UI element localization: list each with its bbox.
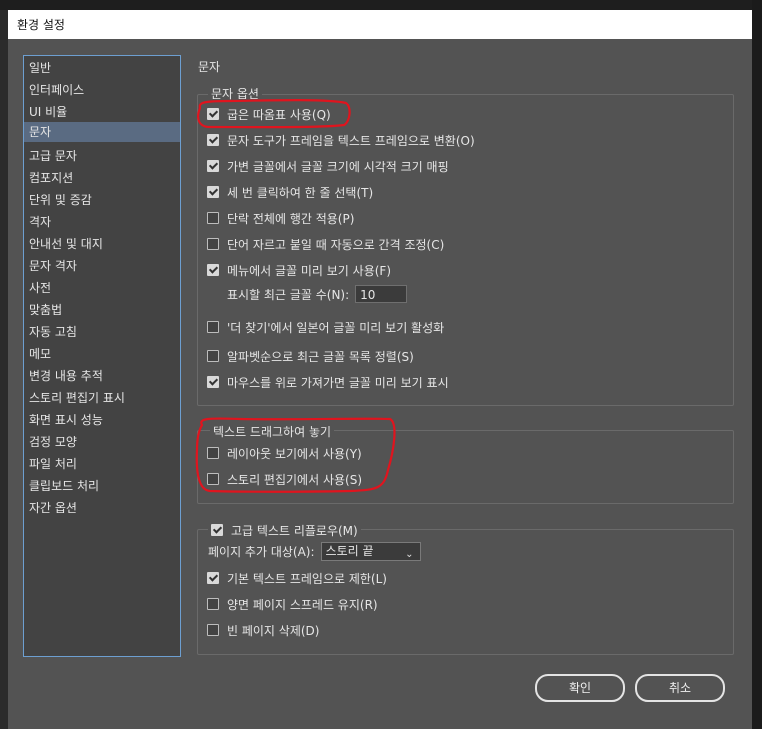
add-pages-label: 페이지 추가 대상(A): (208, 544, 315, 559)
option-adjust-spacing-cut-paste[interactable]: 단어 자르고 붙일 때 자동으로 간격 조정(C) (207, 235, 444, 253)
category-item-ui-scaling[interactable]: UI 비율 (24, 102, 180, 122)
category-item-general[interactable]: 일반 (24, 58, 180, 78)
checkbox[interactable] (207, 160, 219, 172)
option-label: 마우스를 위로 가져가면 글꼴 미리 보기 표시 (227, 375, 449, 390)
category-item-file-handling[interactable]: 파일 처리 (24, 454, 180, 474)
category-item-spelling[interactable]: 맞춤법 (24, 300, 180, 320)
checkbox[interactable] (207, 264, 219, 276)
category-item-dictionary[interactable]: 사전 (24, 278, 180, 298)
category-item-advanced-type[interactable]: 고급 문자 (24, 146, 180, 166)
checkbox[interactable] (207, 108, 219, 120)
recent-fonts-row: 표시할 최근 글꼴 수(N): 10 (227, 285, 408, 303)
checkbox[interactable] (207, 350, 219, 362)
category-item-clipboard-handling[interactable]: 클립보드 처리 (24, 476, 180, 496)
category-item-appearance-of-black[interactable]: 검정 모양 (24, 432, 180, 452)
recent-fonts-input[interactable]: 10 (355, 285, 408, 303)
option-label: 기본 텍스트 프레임으로 제한(L) (227, 571, 387, 586)
category-item-track-changes[interactable]: 변경 내용 추적 (24, 366, 180, 386)
category-item-guides-pasteboard[interactable]: 안내선 및 대지 (24, 234, 180, 254)
add-pages-row: 페이지 추가 대상(A): 스토리 끝 ⌄ (208, 541, 421, 561)
checkbox[interactable] (207, 134, 219, 146)
option-label: 양면 페이지 스프레드 유지(R) (227, 597, 378, 612)
category-item-type[interactable]: 문자 (24, 122, 180, 142)
category-list[interactable]: 일반 인터페이스 UI 비율 문자 고급 문자 컴포지션 단위 및 증감 격자 … (23, 55, 181, 657)
category-item-frame-grid[interactable]: 문자 격자 (24, 256, 180, 276)
option-triple-click-line[interactable]: 세 번 클릭하여 한 줄 선택(T) (207, 183, 373, 201)
checkbox[interactable] (207, 212, 219, 224)
checkbox[interactable] (207, 572, 219, 584)
option-label: 문자 도구가 프레임을 텍스트 프레임으로 변환(O) (227, 133, 475, 148)
title-bar[interactable]: 환경 설정 (8, 10, 753, 39)
option-drag-story-editor[interactable]: 스토리 편집기에서 사용(S) (207, 470, 362, 488)
drag-drop-group (197, 430, 734, 504)
category-item-interface[interactable]: 인터페이스 (24, 80, 180, 100)
checkbox[interactable] (207, 321, 219, 333)
category-item-notes[interactable]: 메모 (24, 344, 180, 364)
type-options-group-label: 문자 옵션 (208, 85, 262, 102)
category-item-grids[interactable]: 격자 (24, 212, 180, 232)
option-label: 단락 전체에 행간 적용(P) (227, 211, 355, 226)
category-item-autocorrect[interactable]: 자동 고침 (24, 322, 180, 342)
option-label: 빈 페이지 삭제(D) (227, 623, 320, 638)
checkbox[interactable] (211, 524, 223, 536)
option-map-optical-size[interactable]: 가변 글꼴에서 글꼴 크기에 시각적 크기 매핑 (207, 157, 449, 175)
category-item-units-increments[interactable]: 단위 및 증감 (24, 190, 180, 210)
category-item-kerning-options[interactable]: 자간 옵션 (24, 498, 180, 518)
checkbox[interactable] (207, 624, 219, 636)
add-pages-select[interactable]: 스토리 끝 ⌄ (320, 541, 421, 561)
preferences-dialog: 환경 설정 일반 인터페이스 UI 비율 문자 고급 문자 컴포지션 단위 및 … (8, 10, 753, 729)
section-title: 문자 (198, 60, 221, 74)
option-label: 세 번 클릭하여 한 줄 선택(T) (227, 185, 374, 200)
option-label: 가변 글꼴에서 글꼴 크기에 시각적 크기 매핑 (227, 159, 449, 174)
recent-fonts-label: 표시할 최근 글꼴 수(N): (227, 287, 350, 302)
option-label: 메뉴에서 글꼴 미리 보기 사용(F) (227, 263, 392, 278)
option-label: 알파벳순으로 최근 글꼴 목록 정렬(S) (227, 349, 414, 364)
background-strip (0, 0, 762, 10)
checkbox[interactable] (207, 376, 219, 388)
option-delete-empty-pages[interactable]: 빈 페이지 삭제(D) (207, 621, 319, 639)
option-font-preview-menu[interactable]: 메뉴에서 글꼴 미리 보기 사용(F) (207, 261, 391, 279)
option-label: 스토리 편집기에서 사용(S) (227, 472, 363, 487)
option-japanese-font-preview[interactable]: '더 찾기'에서 일본어 글꼴 미리 보기 활성화 (207, 318, 444, 336)
checkbox[interactable] (207, 186, 219, 198)
category-item-story-editor-display[interactable]: 스토리 편집기 표시 (24, 388, 180, 408)
option-sort-recent-fonts[interactable]: 알파벳순으로 최근 글꼴 목록 정렬(S) (207, 347, 414, 365)
option-limit-primary-frames[interactable]: 기본 텍스트 프레임으로 제한(L) (207, 569, 387, 587)
option-preserve-facing-spreads[interactable]: 양면 페이지 스프레드 유지(R) (207, 595, 378, 613)
option-drag-layout-view[interactable]: 레이아웃 보기에서 사용(Y) (207, 444, 362, 462)
cancel-button[interactable]: 취소 (635, 674, 725, 702)
category-item-display-performance[interactable]: 화면 표시 성능 (24, 410, 180, 430)
add-pages-value: 스토리 끝 (325, 543, 374, 558)
option-type-tool-converts-frames[interactable]: 문자 도구가 프레임을 텍스트 프레임으로 변환(O) (207, 131, 475, 149)
smart-reflow-label: 고급 텍스트 리플로우(M) (231, 523, 358, 538)
option-leading-entire-paragraph[interactable]: 단락 전체에 행간 적용(P) (207, 209, 354, 227)
checkbox[interactable] (207, 473, 219, 485)
ok-button[interactable]: 확인 (535, 674, 625, 702)
checkbox[interactable] (207, 447, 219, 459)
chevron-down-icon: ⌄ (405, 548, 414, 560)
option-label: 단어 자르고 붙일 때 자동으로 간격 조정(C) (227, 237, 445, 252)
category-item-composition[interactable]: 컴포지션 (24, 168, 180, 188)
drag-drop-group-label: 텍스트 드래그하여 놓기 (210, 423, 335, 440)
option-hover-font-preview[interactable]: 마우스를 위로 가져가면 글꼴 미리 보기 표시 (207, 373, 449, 391)
window-title: 환경 설정 (17, 18, 65, 32)
option-label: 레이아웃 보기에서 사용(Y) (227, 446, 362, 461)
checkbox[interactable] (207, 238, 219, 250)
smart-reflow-toggle[interactable]: 고급 텍스트 리플로우(M) (208, 521, 361, 539)
option-label: 굽은 따옴표 사용(Q) (227, 107, 331, 122)
background-app-edge (752, 0, 762, 729)
option-curly-quotes[interactable]: 굽은 따옴표 사용(Q) (207, 105, 331, 123)
option-label: '더 찾기'에서 일본어 글꼴 미리 보기 활성화 (227, 320, 445, 335)
checkbox[interactable] (207, 598, 219, 610)
